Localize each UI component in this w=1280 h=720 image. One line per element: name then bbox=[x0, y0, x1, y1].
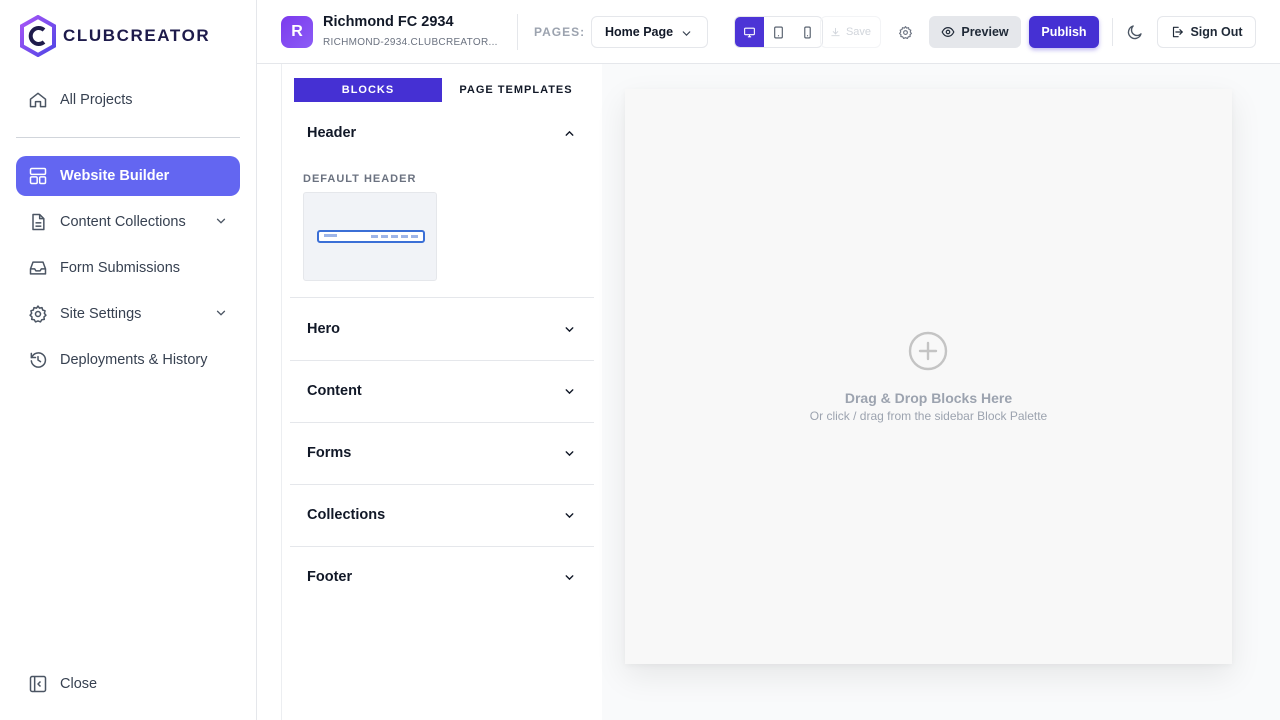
canvas-area: Drag & Drop Blocks Here Or click / drag … bbox=[602, 64, 1280, 720]
tablet-icon bbox=[774, 26, 783, 38]
accordion-toggle-footer[interactable]: Footer bbox=[290, 546, 594, 608]
close-label: Close bbox=[60, 676, 98, 692]
preview-label: Preview bbox=[961, 25, 1009, 39]
accordion-toggle-content[interactable]: Content bbox=[290, 360, 594, 422]
tablet-view-button[interactable] bbox=[764, 17, 793, 47]
chevron-down-icon bbox=[563, 385, 576, 402]
accordion-label: Hero bbox=[307, 321, 341, 337]
accordion-toggle-header[interactable]: Header bbox=[290, 102, 594, 164]
eye-icon bbox=[941, 27, 955, 37]
sidebar: CLUBCREATOR All Projects Website Builder… bbox=[0, 0, 257, 720]
tab-page-templates[interactable]: PAGE TEMPLATES bbox=[442, 78, 590, 102]
document-icon bbox=[28, 212, 48, 232]
chevron-down-icon bbox=[563, 447, 576, 464]
sidebar-item-label: All Projects bbox=[60, 92, 133, 108]
desktop-icon bbox=[744, 27, 755, 37]
device-toggle-group bbox=[734, 16, 823, 48]
sidebar-item-deployments-history[interactable]: Deployments & History bbox=[16, 340, 240, 380]
sidebar-item-label: Website Builder bbox=[60, 168, 170, 184]
page-canvas-dropzone[interactable]: Drag & Drop Blocks Here Or click / drag … bbox=[625, 89, 1232, 664]
block-group-label: DEFAULT HEADER bbox=[303, 173, 417, 185]
collapse-sidebar-icon bbox=[28, 674, 48, 694]
block-default-header[interactable] bbox=[303, 192, 437, 281]
sidebar-item-label: Deployments & History bbox=[60, 352, 208, 368]
save-label: Save bbox=[845, 26, 872, 38]
block-palette: BLOCKS PAGE TEMPLATES Header DEFAULT HEA… bbox=[281, 64, 602, 720]
chevron-down-icon bbox=[563, 323, 576, 340]
clubcreator-logo-icon bbox=[20, 15, 56, 57]
selected-page: Home Page bbox=[605, 25, 674, 39]
chevron-down-icon bbox=[563, 509, 576, 526]
accordion-label: Collections bbox=[307, 507, 386, 523]
dropzone-title: Drag & Drop Blocks Here bbox=[844, 390, 1013, 406]
accordion-label: Forms bbox=[307, 445, 352, 461]
sidebar-item-content-collections[interactable]: Content Collections bbox=[16, 202, 240, 242]
plus-circle-icon bbox=[908, 331, 948, 376]
accordion-footer: Footer bbox=[290, 546, 594, 608]
accordion-toggle-collections[interactable]: Collections bbox=[290, 484, 594, 546]
chevron-down-icon bbox=[680, 27, 693, 43]
header-preview-graphic bbox=[317, 230, 425, 243]
topbar-divider bbox=[517, 14, 518, 50]
page-select[interactable]: Home Page bbox=[591, 16, 708, 48]
desktop-view-button[interactable] bbox=[735, 17, 764, 47]
topbar-divider bbox=[1112, 18, 1113, 46]
page-settings-button[interactable] bbox=[893, 20, 917, 44]
dropzone-subtitle: Or click / drag from the sidebar Block P… bbox=[809, 409, 1048, 423]
chevron-down-icon bbox=[214, 306, 228, 324]
layout-icon bbox=[28, 166, 48, 186]
sign-out-button[interactable]: Sign Out bbox=[1157, 16, 1256, 48]
accordion-content: Content bbox=[290, 360, 594, 423]
sidebar-close-button[interactable]: Close bbox=[16, 664, 240, 704]
sidebar-item-all-projects[interactable]: All Projects bbox=[16, 80, 240, 120]
mobile-view-button[interactable] bbox=[793, 17, 822, 47]
gear-icon bbox=[28, 304, 48, 324]
save-button[interactable]: Save bbox=[820, 16, 881, 48]
tab-blocks[interactable]: BLOCKS bbox=[294, 78, 442, 102]
sidebar-item-label: Site Settings bbox=[60, 306, 142, 322]
accordion-hero: Hero bbox=[290, 298, 594, 361]
dark-mode-toggle[interactable] bbox=[1123, 20, 1147, 44]
mobile-icon bbox=[804, 26, 811, 38]
accordion-toggle-forms[interactable]: Forms bbox=[290, 422, 594, 484]
sidebar-item-label: Content Collections bbox=[60, 214, 186, 230]
gear-icon bbox=[898, 25, 912, 39]
chevron-down-icon bbox=[214, 214, 228, 232]
chevron-down-icon bbox=[563, 571, 576, 588]
project-domain[interactable]: RICHMOND-2934.CLUBCREATOR... bbox=[323, 37, 498, 48]
accordion-label: Content bbox=[307, 383, 362, 399]
brand-name: CLUBCREATOR bbox=[63, 26, 211, 45]
sidebar-divider bbox=[16, 137, 240, 138]
preview-button[interactable]: Preview bbox=[929, 16, 1021, 48]
brand-logo[interactable]: CLUBCREATOR bbox=[19, 15, 210, 57]
accordion-label: Footer bbox=[307, 569, 353, 585]
sidebar-item-label: Form Submissions bbox=[60, 260, 181, 276]
sign-out-icon bbox=[1173, 26, 1184, 38]
sidebar-item-site-settings[interactable]: Site Settings bbox=[16, 294, 240, 334]
accordion-toggle-hero[interactable]: Hero bbox=[290, 298, 594, 360]
pages-label: PAGES: bbox=[534, 25, 586, 39]
sidebar-item-form-submissions[interactable]: Form Submissions bbox=[16, 248, 240, 288]
history-icon bbox=[28, 350, 48, 370]
project-avatar[interactable]: R bbox=[281, 16, 313, 48]
top-bar: R Richmond FC 2934 RICHMOND-2934.CLUBCRE… bbox=[257, 0, 1280, 64]
accordion-collections: Collections bbox=[290, 484, 594, 547]
download-icon bbox=[831, 27, 840, 36]
sign-out-label: Sign Out bbox=[1190, 25, 1243, 39]
accordion-label: Header bbox=[307, 125, 357, 141]
publish-button[interactable]: Publish bbox=[1029, 16, 1099, 48]
palette-tabs: BLOCKS PAGE TEMPLATES bbox=[294, 78, 590, 102]
sidebar-item-website-builder[interactable]: Website Builder bbox=[16, 156, 240, 196]
inbox-icon bbox=[28, 258, 48, 278]
accordion-forms: Forms bbox=[290, 422, 594, 485]
moon-icon bbox=[1127, 25, 1142, 40]
home-icon bbox=[28, 90, 48, 110]
chevron-up-icon bbox=[563, 127, 576, 144]
project-name: Richmond FC 2934 bbox=[323, 14, 454, 30]
